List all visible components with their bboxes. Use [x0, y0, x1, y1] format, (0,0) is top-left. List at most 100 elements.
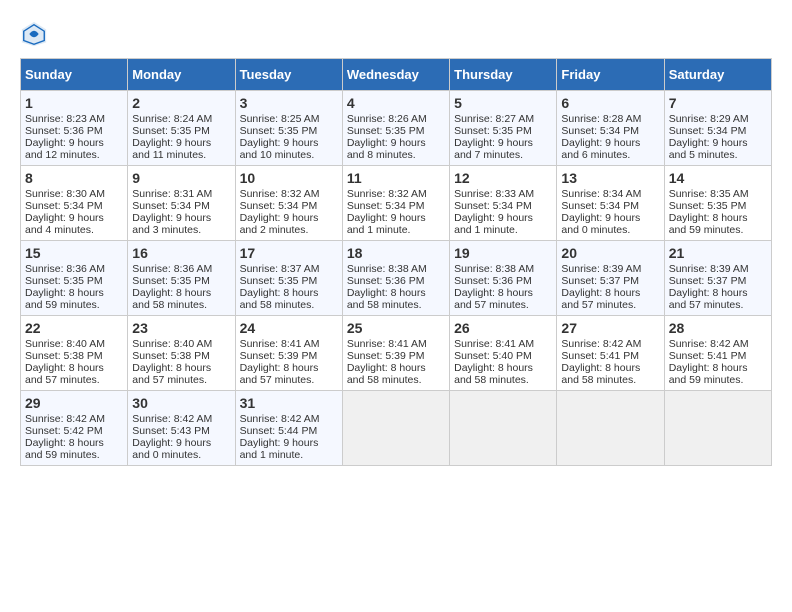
- sunrise-text: Sunrise: 8:42 AM: [561, 338, 641, 350]
- day-number: 3: [240, 95, 338, 111]
- calendar-cell: 19 Sunrise: 8:38 AM Sunset: 5:36 PM Dayl…: [450, 241, 557, 316]
- weekday-header: Friday: [557, 59, 664, 91]
- calendar-cell: 26 Sunrise: 8:41 AM Sunset: 5:40 PM Dayl…: [450, 316, 557, 391]
- day-number: 4: [347, 95, 445, 111]
- daylight-text: Daylight: 9 hours and 1 minute.: [240, 437, 319, 461]
- daylight-text: Daylight: 9 hours and 10 minutes.: [240, 137, 319, 161]
- sunrise-text: Sunrise: 8:35 AM: [669, 188, 749, 200]
- calendar-cell: [342, 391, 449, 466]
- sunrise-text: Sunrise: 8:26 AM: [347, 113, 427, 125]
- day-number: 20: [561, 245, 659, 261]
- logo-icon: [20, 20, 48, 48]
- daylight-text: Daylight: 9 hours and 12 minutes.: [25, 137, 104, 161]
- calendar-cell: [557, 391, 664, 466]
- sunset-text: Sunset: 5:40 PM: [454, 350, 532, 362]
- daylight-text: Daylight: 9 hours and 1 minute.: [347, 212, 426, 236]
- sunset-text: Sunset: 5:34 PM: [561, 200, 639, 212]
- day-number: 22: [25, 320, 123, 336]
- calendar-cell: [450, 391, 557, 466]
- weekday-header: Monday: [128, 59, 235, 91]
- sunset-text: Sunset: 5:35 PM: [25, 275, 103, 287]
- calendar-cell: 6 Sunrise: 8:28 AM Sunset: 5:34 PM Dayli…: [557, 91, 664, 166]
- daylight-text: Daylight: 8 hours and 57 minutes.: [25, 362, 104, 386]
- calendar-cell: 2 Sunrise: 8:24 AM Sunset: 5:35 PM Dayli…: [128, 91, 235, 166]
- sunrise-text: Sunrise: 8:31 AM: [132, 188, 212, 200]
- day-number: 8: [25, 170, 123, 186]
- sunset-text: Sunset: 5:35 PM: [240, 125, 318, 137]
- sunset-text: Sunset: 5:43 PM: [132, 425, 210, 437]
- calendar-week-row: 1 Sunrise: 8:23 AM Sunset: 5:36 PM Dayli…: [21, 91, 772, 166]
- daylight-text: Daylight: 9 hours and 11 minutes.: [132, 137, 211, 161]
- page-header: [20, 20, 772, 48]
- day-number: 15: [25, 245, 123, 261]
- sunset-text: Sunset: 5:37 PM: [669, 275, 747, 287]
- day-number: 18: [347, 245, 445, 261]
- calendar-week-row: 29 Sunrise: 8:42 AM Sunset: 5:42 PM Dayl…: [21, 391, 772, 466]
- daylight-text: Daylight: 8 hours and 58 minutes.: [132, 287, 211, 311]
- sunset-text: Sunset: 5:35 PM: [669, 200, 747, 212]
- calendar-cell: 7 Sunrise: 8:29 AM Sunset: 5:34 PM Dayli…: [664, 91, 771, 166]
- logo: [20, 20, 52, 48]
- sunset-text: Sunset: 5:42 PM: [25, 425, 103, 437]
- day-number: 17: [240, 245, 338, 261]
- sunrise-text: Sunrise: 8:36 AM: [25, 263, 105, 275]
- calendar-table: SundayMondayTuesdayWednesdayThursdayFrid…: [20, 58, 772, 466]
- day-number: 28: [669, 320, 767, 336]
- day-number: 10: [240, 170, 338, 186]
- calendar-cell: 31 Sunrise: 8:42 AM Sunset: 5:44 PM Dayl…: [235, 391, 342, 466]
- sunset-text: Sunset: 5:41 PM: [669, 350, 747, 362]
- day-number: 7: [669, 95, 767, 111]
- daylight-text: Daylight: 8 hours and 59 minutes.: [25, 437, 104, 461]
- sunrise-text: Sunrise: 8:27 AM: [454, 113, 534, 125]
- daylight-text: Daylight: 9 hours and 2 minutes.: [240, 212, 319, 236]
- daylight-text: Daylight: 9 hours and 7 minutes.: [454, 137, 533, 161]
- sunset-text: Sunset: 5:36 PM: [25, 125, 103, 137]
- calendar-cell: 17 Sunrise: 8:37 AM Sunset: 5:35 PM Dayl…: [235, 241, 342, 316]
- sunrise-text: Sunrise: 8:36 AM: [132, 263, 212, 275]
- daylight-text: Daylight: 8 hours and 59 minutes.: [25, 287, 104, 311]
- calendar-cell: 14 Sunrise: 8:35 AM Sunset: 5:35 PM Dayl…: [664, 166, 771, 241]
- sunset-text: Sunset: 5:39 PM: [240, 350, 318, 362]
- day-number: 14: [669, 170, 767, 186]
- calendar-week-row: 15 Sunrise: 8:36 AM Sunset: 5:35 PM Dayl…: [21, 241, 772, 316]
- calendar-cell: 24 Sunrise: 8:41 AM Sunset: 5:39 PM Dayl…: [235, 316, 342, 391]
- daylight-text: Daylight: 8 hours and 58 minutes.: [561, 362, 640, 386]
- calendar-cell: 20 Sunrise: 8:39 AM Sunset: 5:37 PM Dayl…: [557, 241, 664, 316]
- weekday-header: Sunday: [21, 59, 128, 91]
- sunset-text: Sunset: 5:41 PM: [561, 350, 639, 362]
- weekday-header: Thursday: [450, 59, 557, 91]
- sunrise-text: Sunrise: 8:30 AM: [25, 188, 105, 200]
- calendar-cell: 4 Sunrise: 8:26 AM Sunset: 5:35 PM Dayli…: [342, 91, 449, 166]
- sunrise-text: Sunrise: 8:42 AM: [25, 413, 105, 425]
- sunrise-text: Sunrise: 8:41 AM: [347, 338, 427, 350]
- sunrise-text: Sunrise: 8:25 AM: [240, 113, 320, 125]
- calendar-cell: 29 Sunrise: 8:42 AM Sunset: 5:42 PM Dayl…: [21, 391, 128, 466]
- sunrise-text: Sunrise: 8:39 AM: [669, 263, 749, 275]
- sunrise-text: Sunrise: 8:41 AM: [454, 338, 534, 350]
- sunset-text: Sunset: 5:35 PM: [347, 125, 425, 137]
- sunrise-text: Sunrise: 8:40 AM: [132, 338, 212, 350]
- sunset-text: Sunset: 5:38 PM: [132, 350, 210, 362]
- day-number: 6: [561, 95, 659, 111]
- sunrise-text: Sunrise: 8:28 AM: [561, 113, 641, 125]
- sunrise-text: Sunrise: 8:24 AM: [132, 113, 212, 125]
- day-number: 19: [454, 245, 552, 261]
- sunset-text: Sunset: 5:35 PM: [132, 275, 210, 287]
- daylight-text: Daylight: 8 hours and 57 minutes.: [561, 287, 640, 311]
- calendar-cell: 16 Sunrise: 8:36 AM Sunset: 5:35 PM Dayl…: [128, 241, 235, 316]
- daylight-text: Daylight: 8 hours and 57 minutes.: [454, 287, 533, 311]
- calendar-cell: 12 Sunrise: 8:33 AM Sunset: 5:34 PM Dayl…: [450, 166, 557, 241]
- calendar-cell: 9 Sunrise: 8:31 AM Sunset: 5:34 PM Dayli…: [128, 166, 235, 241]
- calendar-cell: 22 Sunrise: 8:40 AM Sunset: 5:38 PM Dayl…: [21, 316, 128, 391]
- sunrise-text: Sunrise: 8:23 AM: [25, 113, 105, 125]
- sunset-text: Sunset: 5:36 PM: [347, 275, 425, 287]
- weekday-header: Saturday: [664, 59, 771, 91]
- sunrise-text: Sunrise: 8:42 AM: [240, 413, 320, 425]
- day-number: 13: [561, 170, 659, 186]
- weekday-header: Tuesday: [235, 59, 342, 91]
- day-number: 5: [454, 95, 552, 111]
- sunset-text: Sunset: 5:37 PM: [561, 275, 639, 287]
- day-number: 24: [240, 320, 338, 336]
- sunrise-text: Sunrise: 8:32 AM: [240, 188, 320, 200]
- calendar-cell: 1 Sunrise: 8:23 AM Sunset: 5:36 PM Dayli…: [21, 91, 128, 166]
